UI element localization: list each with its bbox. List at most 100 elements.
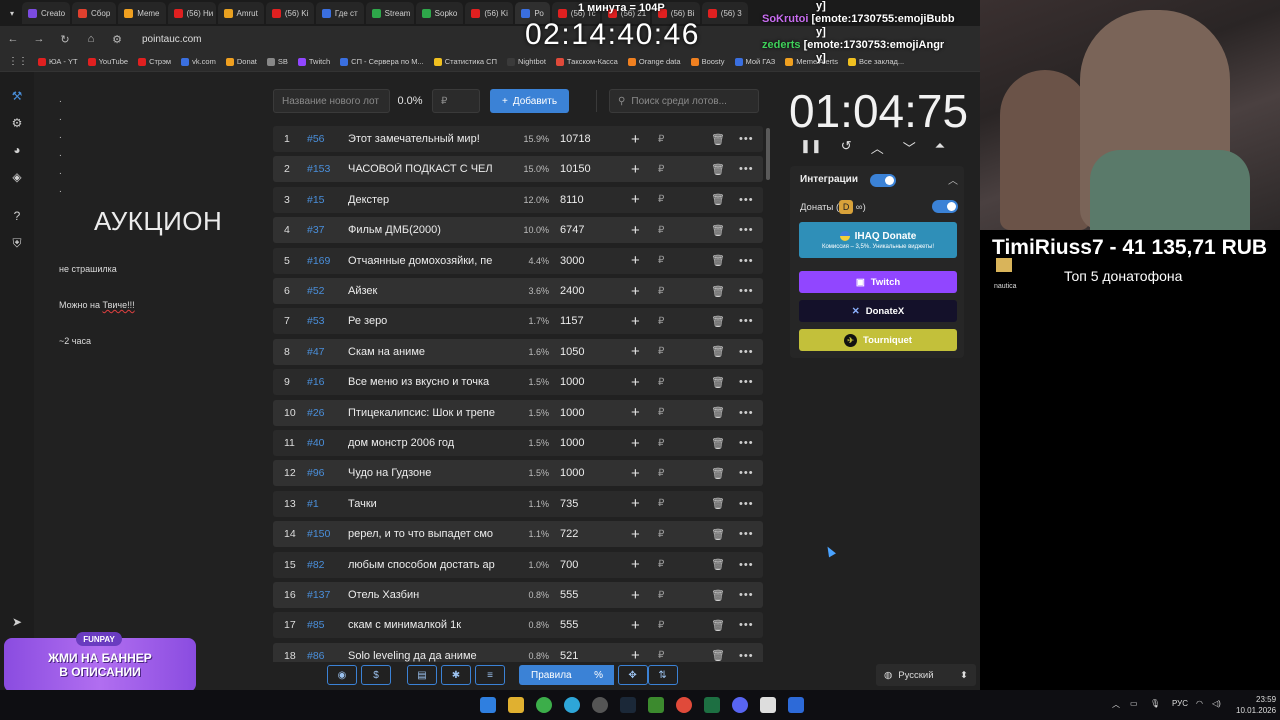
- save-icon[interactable]: ▤: [407, 665, 437, 685]
- reset-icon[interactable]: ↺: [841, 138, 852, 157]
- app-icon[interactable]: [760, 697, 776, 713]
- more-icon[interactable]: •••: [739, 528, 754, 540]
- amount-input[interactable]: ₽: [658, 529, 664, 540]
- lot-name[interactable]: Ре зеро: [348, 315, 508, 327]
- lot-name[interactable]: скам с минималкой 1к: [348, 619, 508, 631]
- bookmark-item[interactable]: Twitch: [297, 57, 330, 66]
- lot-amount[interactable]: 1000: [560, 467, 584, 479]
- lot-name[interactable]: ЧАСОВОЙ ПОДКАСТ С ЧЕЛ: [348, 163, 508, 175]
- lot-row[interactable]: 14 #150 ререл, и то что выпадет смо 1.1% 72…: [273, 521, 763, 548]
- add-amount-icon[interactable]: +: [631, 191, 640, 208]
- language-select[interactable]: ◍ Русский ⬍: [876, 664, 976, 686]
- browser-tab[interactable]: Creato: [22, 2, 71, 24]
- amount-input[interactable]: ₽: [658, 559, 664, 570]
- lot-row[interactable]: 3 #15 Декстер 12.0% 8110 + ₽ 🗑 •••: [273, 186, 763, 213]
- bookmark-item[interactable]: Nightbot: [506, 57, 546, 66]
- lot-amount[interactable]: 1000: [560, 437, 584, 449]
- lot-row[interactable]: 17 #85 скам с минималкой 1к 0.8% 555 + ₽ 🗑 •••: [273, 612, 763, 639]
- more-icon[interactable]: •••: [739, 315, 754, 327]
- network-icon[interactable]: ▭: [1130, 699, 1138, 708]
- trash-icon[interactable]: 🗑: [711, 285, 725, 298]
- chevron-down-icon[interactable]: ﹀: [903, 138, 916, 157]
- window-icon[interactable]: [788, 697, 804, 713]
- trash-icon[interactable]: 🗑: [711, 467, 725, 480]
- browser-tab[interactable]: Amrut: [217, 2, 264, 24]
- add-amount-icon[interactable]: +: [631, 131, 640, 148]
- help-icon[interactable]: ?: [9, 208, 25, 224]
- trash-icon[interactable]: 🗑: [711, 406, 725, 419]
- lot-row[interactable]: 15 #82 любым способом достать ар 1.0% 700 + ₽ 🗑…: [273, 551, 763, 578]
- bookmark-item[interactable]: Boosty: [690, 57, 725, 66]
- lot-row[interactable]: 13 #1 Тачки 1.1% 735 + ₽ 🗑 •••: [273, 490, 763, 517]
- amount-input[interactable]: ₽: [658, 468, 664, 479]
- lot-name[interactable]: Solo leveling да да аниме: [348, 650, 508, 662]
- trash-icon[interactable]: 🗑: [711, 437, 725, 450]
- trash-icon[interactable]: 🗑: [711, 315, 725, 328]
- lot-amount[interactable]: 1050: [560, 346, 584, 358]
- sort-icon[interactable]: ⇅: [647, 665, 678, 685]
- browser-tab[interactable]: Meme: [118, 2, 166, 24]
- amount-input[interactable]: ₽: [658, 316, 664, 327]
- donatex-button[interactable]: ✕ DonateX: [799, 300, 957, 322]
- mic-icon[interactable]: 🎙: [1150, 699, 1160, 708]
- excel-icon[interactable]: [704, 697, 720, 713]
- chrome-icon[interactable]: [536, 697, 552, 713]
- more-icon[interactable]: •••: [739, 619, 754, 631]
- add-amount-icon[interactable]: +: [631, 526, 640, 543]
- url-field[interactable]: pointauc.com: [142, 34, 201, 45]
- shield-icon[interactable]: ⛨: [9, 235, 25, 251]
- trash-icon[interactable]: 🗑: [711, 497, 725, 510]
- integrations-toggle[interactable]: [870, 174, 896, 187]
- more-icon[interactable]: •••: [739, 285, 754, 297]
- lot-amount[interactable]: 10718: [560, 133, 591, 145]
- lot-amount[interactable]: 1157: [560, 315, 584, 327]
- browser-tab[interactable]: Сбор: [72, 2, 117, 24]
- bookmark-item[interactable]: vk.com: [181, 57, 216, 66]
- lot-row[interactable]: 9 #16 Все меню из вкусно и точка 1.5% 1000 + ₽…: [273, 369, 763, 396]
- start-icon[interactable]: [480, 697, 496, 713]
- trash-icon[interactable]: 🗑: [711, 589, 725, 602]
- more-icon[interactable]: •••: [739, 437, 754, 449]
- volume-icon[interactable]: ◁): [1212, 699, 1221, 708]
- reload-icon[interactable]: ↻: [58, 33, 72, 46]
- trash-icon[interactable]: 🗑: [711, 528, 725, 541]
- add-lot-button[interactable]: + Добавить: [490, 89, 570, 113]
- add-amount-icon[interactable]: +: [631, 435, 640, 452]
- chevron-up-icon[interactable]: ︿: [871, 138, 884, 157]
- lot-amount[interactable]: 555: [560, 589, 578, 601]
- add-amount-icon[interactable]: +: [631, 617, 640, 634]
- lot-row[interactable]: 6 #52 Айзек 3.6% 2400 + ₽ 🗑 •••: [273, 278, 763, 304]
- lot-amount[interactable]: 2400: [560, 285, 584, 297]
- trash-icon[interactable]: 🗑: [711, 193, 725, 206]
- bug-icon[interactable]: ✱: [441, 665, 471, 685]
- lot-name[interactable]: Отчаянные домохозяйки, пе: [348, 255, 508, 267]
- lot-amount[interactable]: 6747: [560, 224, 584, 236]
- browser-tab[interactable]: (56) Ki: [265, 2, 314, 24]
- lot-amount[interactable]: 1000: [560, 376, 584, 388]
- amount-input[interactable]: ₽: [658, 620, 664, 631]
- obs-icon[interactable]: [592, 697, 608, 713]
- system-clock[interactable]: 23:59 10.01.2026: [1236, 694, 1276, 716]
- collapse-icon[interactable]: ︿: [948, 172, 958, 187]
- browser-tab[interactable]: Stream: [365, 2, 414, 24]
- more-icon[interactable]: •••: [739, 224, 754, 236]
- bookmark-item[interactable]: Статистика СП: [433, 57, 497, 66]
- bookmark-item[interactable]: Такском-Касса: [555, 57, 618, 66]
- amount-input[interactable]: ₽: [658, 407, 664, 418]
- amount-input[interactable]: ₽: [658, 255, 664, 266]
- add-amount-icon[interactable]: +: [631, 161, 640, 178]
- trash-icon[interactable]: 🗑: [711, 619, 725, 632]
- lot-name[interactable]: дом монстр 2006 год: [348, 437, 508, 449]
- pause-icon[interactable]: ❚❚: [800, 138, 822, 157]
- browser-tab[interactable]: (56) Ki: [465, 2, 514, 24]
- funpay-banner[interactable]: ЖМИ НА БАННЕР В ОПИСАНИИ: [4, 638, 196, 692]
- lot-amount[interactable]: 735: [560, 498, 578, 510]
- bookmark-item[interactable]: Orange data: [627, 57, 681, 66]
- more-icon[interactable]: •••: [739, 133, 754, 145]
- wheel-icon[interactable]: ◕: [9, 142, 25, 158]
- add-amount-icon[interactable]: +: [631, 222, 640, 239]
- twitch-button[interactable]: ▣ Twitch: [799, 271, 957, 293]
- more-icon[interactable]: •••: [739, 407, 754, 419]
- lot-amount[interactable]: 700: [560, 559, 578, 571]
- dollar-icon[interactable]: $: [361, 665, 391, 685]
